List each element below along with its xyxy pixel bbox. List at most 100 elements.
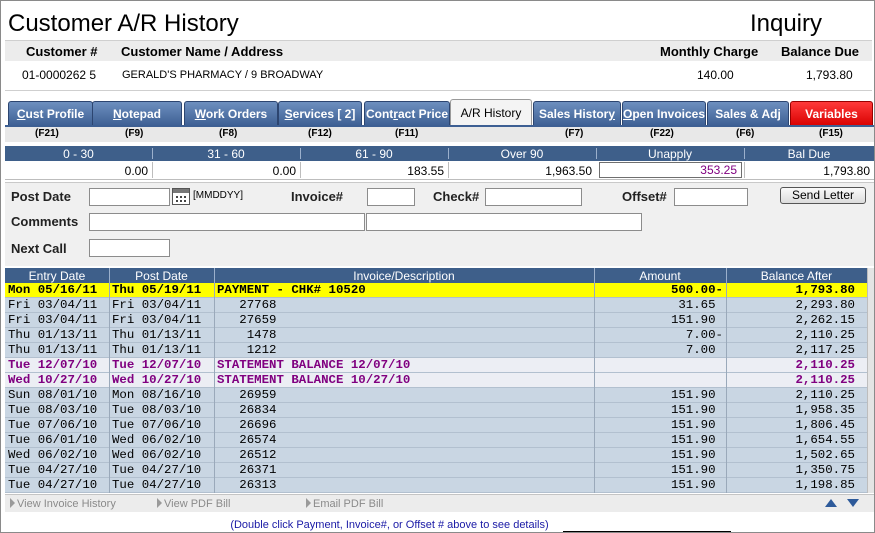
unapply-amount-field[interactable]: 353.25 <box>599 162 742 178</box>
aging-value-61-90: 183.55 <box>407 164 444 178</box>
col-post-date[interactable]: Post Date <box>109 269 214 283</box>
tab-label: Contract Price <box>366 107 448 121</box>
column-divider <box>214 328 215 343</box>
function-key-hint: (F11) <box>395 128 419 139</box>
table-row[interactable]: Tue 04/27/10 Tue 04/27/10 26313 151.90 1,1… <box>5 478 867 493</box>
cell-post: Wed 10/27/10 <box>112 373 202 387</box>
play-icon <box>157 498 162 508</box>
col-amount[interactable]: Amount <box>594 269 726 283</box>
col-entry-date[interactable]: Entry Date <box>5 269 109 283</box>
cell-entry: Tue 06/01/10 <box>8 433 98 447</box>
tab-label-accesskey: O <box>622 107 633 121</box>
grid-scrollbar[interactable] <box>867 268 874 493</box>
table-row[interactable]: Fri 03/04/11 Fri 03/04/11 27768 31.65 2,29… <box>5 298 867 313</box>
cell-balance: 2,110.25 <box>795 328 856 342</box>
comments-input-2[interactable] <box>366 213 642 231</box>
comments-input-1[interactable] <box>89 213 365 231</box>
arrow-down-icon[interactable] <box>847 499 859 507</box>
cell-desc: 26574 <box>217 433 277 447</box>
column-divider <box>109 418 110 433</box>
tab-notepad[interactable]: Notepad <box>92 101 182 126</box>
tab-label-part: ork Orders <box>205 107 268 121</box>
table-row[interactable]: Tue 12/07/10 Tue 12/07/10 STATEMENT BALANC… <box>5 358 867 373</box>
tab-a-r-history[interactable]: A/R History <box>450 99 532 126</box>
column-divider <box>214 313 215 328</box>
function-key-hint: (F9) <box>125 128 144 139</box>
offset-input[interactable] <box>674 188 748 206</box>
tab-label-part: ervices [ 2] <box>292 107 356 121</box>
view-pdf-bill-link[interactable]: View PDF Bill <box>157 498 230 510</box>
table-row[interactable]: Thu 01/13/11 Thu 01/13/11 1212 7.00 2,117.… <box>5 343 867 358</box>
tab-sales-history[interactable]: Sales History <box>533 101 621 126</box>
cell-desc: 26313 <box>217 478 277 492</box>
cell-desc: 1212 <box>217 343 277 357</box>
cell-amount: 151.90 <box>670 478 723 492</box>
aging-value-bal-due: 1,793.80 <box>823 164 870 178</box>
balance-due-value: 1,793.80 <box>806 68 853 82</box>
aging-values: 0.00 0.00 183.55 1,963.50 1,793.80 <box>5 161 874 180</box>
cell-desc: STATEMENT BALANCE 10/27/10 <box>217 373 411 387</box>
date-format-hint: [MMDDYY] <box>193 190 243 201</box>
tab-strip: Cust Profile Notepad Work Orders Services [… <box>5 99 875 126</box>
ar-history-window: Customer A/R History Inquiry Customer # … <box>0 0 875 533</box>
column-divider <box>214 463 215 478</box>
aging-header: 0 - 30 31 - 60 61 - 90 Over 90 Unapply B… <box>5 146 874 161</box>
column-divider <box>214 373 215 388</box>
tab-label-accesskey: S <box>284 107 293 121</box>
history-grid: Mon 05/16/11 Thu 05/19/11 PAYMENT - CHK# 1… <box>5 283 867 493</box>
tab-variables[interactable]: Variables <box>790 101 873 126</box>
table-row[interactable]: Tue 06/01/10 Wed 06/02/10 26574 151.90 1,6… <box>5 433 867 448</box>
cell-desc: 27659 <box>217 313 277 327</box>
cell-amount: 151.90 <box>670 448 723 462</box>
table-row[interactable]: Fri 03/04/11 Fri 03/04/11 27659 151.90 2,2… <box>5 313 867 328</box>
tab-contract-price[interactable]: Contract Price <box>364 101 450 126</box>
table-row[interactable]: Wed 06/02/10 Wed 06/02/10 26512 151.90 1,5… <box>5 448 867 463</box>
table-row[interactable]: Tue 04/27/10 Tue 04/27/10 26371 151.90 1,3… <box>5 463 867 478</box>
cell-amount: 7.00- <box>685 328 723 342</box>
cell-post: Tue 07/06/10 <box>112 418 202 432</box>
send-letter-button[interactable]: Send Letter <box>780 187 866 204</box>
tab-cust-profile[interactable]: Cust Profile <box>8 101 93 126</box>
email-pdf-bill-link[interactable]: Email PDF Bill <box>306 498 383 510</box>
table-row[interactable]: Sun 08/01/10 Mon 08/16/10 26959 151.90 2,1… <box>5 388 867 403</box>
cell-balance: 2,110.25 <box>795 373 856 387</box>
tab-label-part: ust Profile <box>25 107 85 121</box>
next-call-input[interactable] <box>89 239 170 257</box>
col-invoice-description[interactable]: Invoice/Description <box>214 269 594 283</box>
tab-services-2[interactable]: Services [ 2] <box>278 101 362 126</box>
aging-header-over-90: Over 90 <box>500 147 544 161</box>
table-row[interactable]: Tue 07/06/10 Tue 07/06/10 26696 151.90 1,8… <box>5 418 867 433</box>
aging-header-bal-due: Bal Due <box>787 147 831 161</box>
cell-post: Tue 04/27/10 <box>112 463 202 477</box>
table-row[interactable]: Mon 05/16/11 Thu 05/19/11 PAYMENT - CHK# 1… <box>5 283 867 298</box>
cell-desc: 26959 <box>217 388 277 402</box>
post-date-input[interactable] <box>89 188 170 206</box>
cell-entry: Tue 08/03/10 <box>8 403 98 417</box>
column-divider <box>109 328 110 343</box>
invoice-input[interactable] <box>367 188 415 206</box>
tab-label: A/R History <box>461 106 522 120</box>
view-invoice-history-link[interactable]: View Invoice History <box>10 498 116 510</box>
table-row[interactable]: Wed 10/27/10 Wed 10/27/10 STATEMENT BALANC… <box>5 373 867 388</box>
tab-sales-adj[interactable]: Sales & Adj <box>707 101 789 126</box>
arrow-up-icon[interactable] <box>825 499 837 507</box>
tab-work-orders[interactable]: Work Orders <box>184 101 278 126</box>
col-balance-after[interactable]: Balance After <box>726 269 867 283</box>
tab-open-invoices[interactable]: Open Invoices <box>622 101 706 126</box>
cell-amount <box>595 373 723 388</box>
cell-desc: 26696 <box>217 418 277 432</box>
column-divider <box>214 358 215 373</box>
column-divider <box>214 388 215 403</box>
column-divider <box>109 433 110 448</box>
aging-header-31-60: 31 - 60 <box>207 147 245 161</box>
table-row[interactable]: Tue 08/03/10 Tue 08/03/10 26834 151.90 1,9… <box>5 403 867 418</box>
table-row[interactable]: Thu 01/13/11 Thu 01/13/11 1478 7.00- 2,110.… <box>5 328 867 343</box>
calendar-icon[interactable] <box>172 188 190 205</box>
cell-desc: STATEMENT BALANCE 12/07/10 <box>217 358 411 372</box>
cell-amount: 151.90 <box>670 388 723 402</box>
cell-entry: Thu 01/13/11 <box>8 328 98 342</box>
email-pdf-bill-label: Email PDF Bill <box>313 498 384 510</box>
tab-label-part: Cont <box>365 107 394 121</box>
cell-balance: 1,793.80 <box>795 283 856 297</box>
check-input[interactable] <box>485 188 582 206</box>
